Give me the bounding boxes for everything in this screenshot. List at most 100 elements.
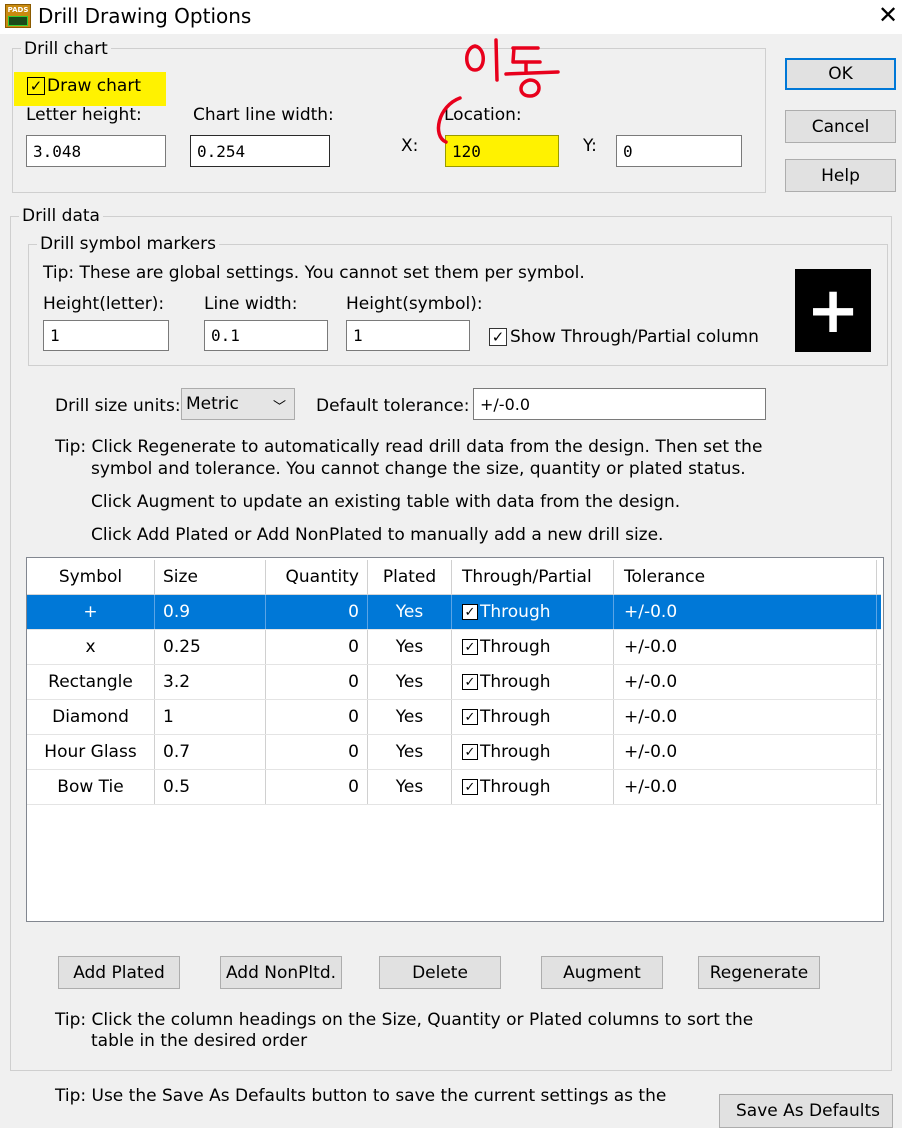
- drill-chart-group-label: Drill chart: [21, 39, 111, 59]
- cell-symbol[interactable]: Bow Tie: [27, 770, 155, 804]
- help-button[interactable]: Help: [785, 159, 896, 192]
- cell-through-label: Through: [480, 742, 551, 762]
- cell-through[interactable]: ✓ Through: [452, 770, 614, 804]
- y-label: Y:: [583, 136, 597, 156]
- cell-plated[interactable]: Yes: [368, 700, 452, 734]
- check-icon[interactable]: ✓: [462, 674, 478, 690]
- cell-size[interactable]: 0.5: [155, 770, 266, 804]
- cell-plated[interactable]: Yes: [368, 595, 452, 629]
- annotation-glyph-dong-top: [511, 46, 542, 64]
- cell-through-label: Through: [480, 777, 551, 797]
- delete-button[interactable]: Delete: [379, 956, 501, 989]
- sort-tip-line2: table in the desired order: [91, 1031, 308, 1051]
- cell-plated[interactable]: Yes: [368, 630, 452, 664]
- cell-quantity[interactable]: 0: [266, 595, 368, 629]
- cell-size[interactable]: 0.9: [155, 595, 266, 629]
- cancel-button[interactable]: Cancel: [785, 110, 896, 143]
- table-row[interactable]: x 0.25 0 Yes ✓ Through +/-0.0: [27, 630, 881, 665]
- column-header-size[interactable]: Size: [155, 560, 266, 594]
- height-letter-label: Height(letter):: [43, 294, 165, 314]
- column-header-symbol[interactable]: Symbol: [27, 560, 155, 594]
- cell-symbol[interactable]: +: [27, 595, 155, 629]
- cell-quantity[interactable]: 0: [266, 770, 368, 804]
- cell-symbol[interactable]: Hour Glass: [27, 735, 155, 769]
- cell-tolerance[interactable]: +/-0.0: [614, 630, 877, 664]
- cell-quantity[interactable]: 0: [266, 630, 368, 664]
- default-tolerance-label: Default tolerance:: [316, 396, 470, 416]
- regenerate-tip-line1: Tip: Click Regenerate to automatically r…: [55, 437, 763, 457]
- annotation-glyph-dong-bottom: [519, 78, 541, 98]
- location-y-input[interactable]: 0: [616, 135, 742, 167]
- cell-symbol[interactable]: Diamond: [27, 700, 155, 734]
- drill-size-units-select[interactable]: Metric ﹀: [181, 388, 295, 420]
- cell-size[interactable]: 0.25: [155, 630, 266, 664]
- add-plated-button[interactable]: Add Plated: [58, 956, 180, 989]
- x-label: X:: [401, 136, 419, 156]
- table-header: Symbol Size Quantity Plated Through/Part…: [27, 560, 881, 595]
- window-title: Drill Drawing Options: [38, 4, 252, 28]
- table-row[interactable]: Hour Glass 0.7 0 Yes ✓ Through +/-0.0: [27, 735, 881, 770]
- cell-plated[interactable]: Yes: [368, 770, 452, 804]
- default-tolerance-input[interactable]: +/-0.0: [473, 388, 766, 420]
- cell-tolerance[interactable]: +/-0.0: [614, 770, 877, 804]
- add-nonpltd-button[interactable]: Add NonPltd.: [220, 956, 342, 989]
- cell-size[interactable]: 1: [155, 700, 266, 734]
- cell-symbol[interactable]: x: [27, 630, 155, 664]
- augment-tip: Click Augment to update an existing tabl…: [91, 492, 681, 512]
- ok-button[interactable]: OK: [785, 58, 896, 90]
- height-letter-input[interactable]: 1: [43, 320, 169, 351]
- column-header-quantity[interactable]: Quantity: [266, 560, 368, 594]
- cell-size[interactable]: 3.2: [155, 665, 266, 699]
- cell-symbol[interactable]: Rectangle: [27, 665, 155, 699]
- augment-button[interactable]: Augment: [541, 956, 663, 989]
- check-icon[interactable]: ✓: [462, 744, 478, 760]
- cell-size[interactable]: 0.7: [155, 735, 266, 769]
- table-row[interactable]: + 0.9 0 Yes ✓ Through +/-0.0: [27, 595, 881, 630]
- save-as-defaults-button[interactable]: Save As Defaults: [719, 1094, 893, 1128]
- cell-tolerance[interactable]: +/-0.0: [614, 700, 877, 734]
- defaults-tip: Tip: Use the Save As Defaults button to …: [55, 1086, 667, 1106]
- check-icon[interactable]: ✓: [462, 709, 478, 725]
- cell-through-label: Through: [480, 602, 551, 622]
- cell-through[interactable]: ✓ Through: [452, 665, 614, 699]
- app-icon-label: PADS: [7, 6, 29, 14]
- line-width-input[interactable]: 0.1: [204, 320, 328, 351]
- table-row[interactable]: Bow Tie 0.5 0 Yes ✓ Through +/-0.0: [27, 770, 881, 805]
- cell-plated[interactable]: Yes: [368, 735, 452, 769]
- cell-tolerance[interactable]: +/-0.0: [614, 665, 877, 699]
- cell-through[interactable]: ✓ Through: [452, 595, 614, 629]
- close-icon[interactable]: ✕: [878, 2, 898, 28]
- draw-chart-checkbox[interactable]: ✓ Draw chart: [27, 76, 141, 96]
- cell-through[interactable]: ✓ Through: [452, 700, 614, 734]
- cell-tolerance[interactable]: +/-0.0: [614, 735, 877, 769]
- check-icon[interactable]: ✓: [462, 639, 478, 655]
- table-row[interactable]: Rectangle 3.2 0 Yes ✓ Through +/-0.0: [27, 665, 881, 700]
- cell-quantity[interactable]: 0: [266, 700, 368, 734]
- annotation-glyph-i-circle: [465, 44, 485, 72]
- app-icon: PADS: [5, 4, 31, 28]
- cell-through-label: Through: [480, 707, 551, 727]
- drill-table[interactable]: Symbol Size Quantity Plated Through/Part…: [26, 557, 884, 922]
- drill-size-units-value: Metric: [186, 394, 239, 414]
- cell-quantity[interactable]: 0: [266, 665, 368, 699]
- regenerate-button[interactable]: Regenerate: [698, 956, 820, 989]
- chevron-down-icon: ﹀: [272, 400, 286, 415]
- height-symbol-input[interactable]: 1: [346, 320, 470, 351]
- cell-through[interactable]: ✓ Through: [452, 630, 614, 664]
- regenerate-tip-line2: symbol and tolerance. You cannot change …: [91, 459, 746, 479]
- table-row[interactable]: Diamond 1 0 Yes ✓ Through +/-0.0: [27, 700, 881, 735]
- cell-quantity[interactable]: 0: [266, 735, 368, 769]
- letter-height-label: Letter height:: [26, 105, 142, 125]
- check-icon[interactable]: ✓: [462, 604, 478, 620]
- check-icon[interactable]: ✓: [462, 779, 478, 795]
- chart-line-width-input[interactable]: 0.254: [190, 135, 330, 167]
- column-header-plated[interactable]: Plated: [368, 560, 452, 594]
- cell-tolerance[interactable]: +/-0.0: [614, 595, 877, 629]
- show-through-checkbox[interactable]: ✓ Show Through/Partial column: [489, 327, 759, 347]
- column-header-through-partial[interactable]: Through/Partial: [452, 560, 614, 594]
- symbol-preview: +: [795, 269, 871, 352]
- cell-plated[interactable]: Yes: [368, 665, 452, 699]
- letter-height-input[interactable]: 3.048: [26, 135, 166, 167]
- column-header-tolerance[interactable]: Tolerance: [614, 560, 877, 594]
- cell-through[interactable]: ✓ Through: [452, 735, 614, 769]
